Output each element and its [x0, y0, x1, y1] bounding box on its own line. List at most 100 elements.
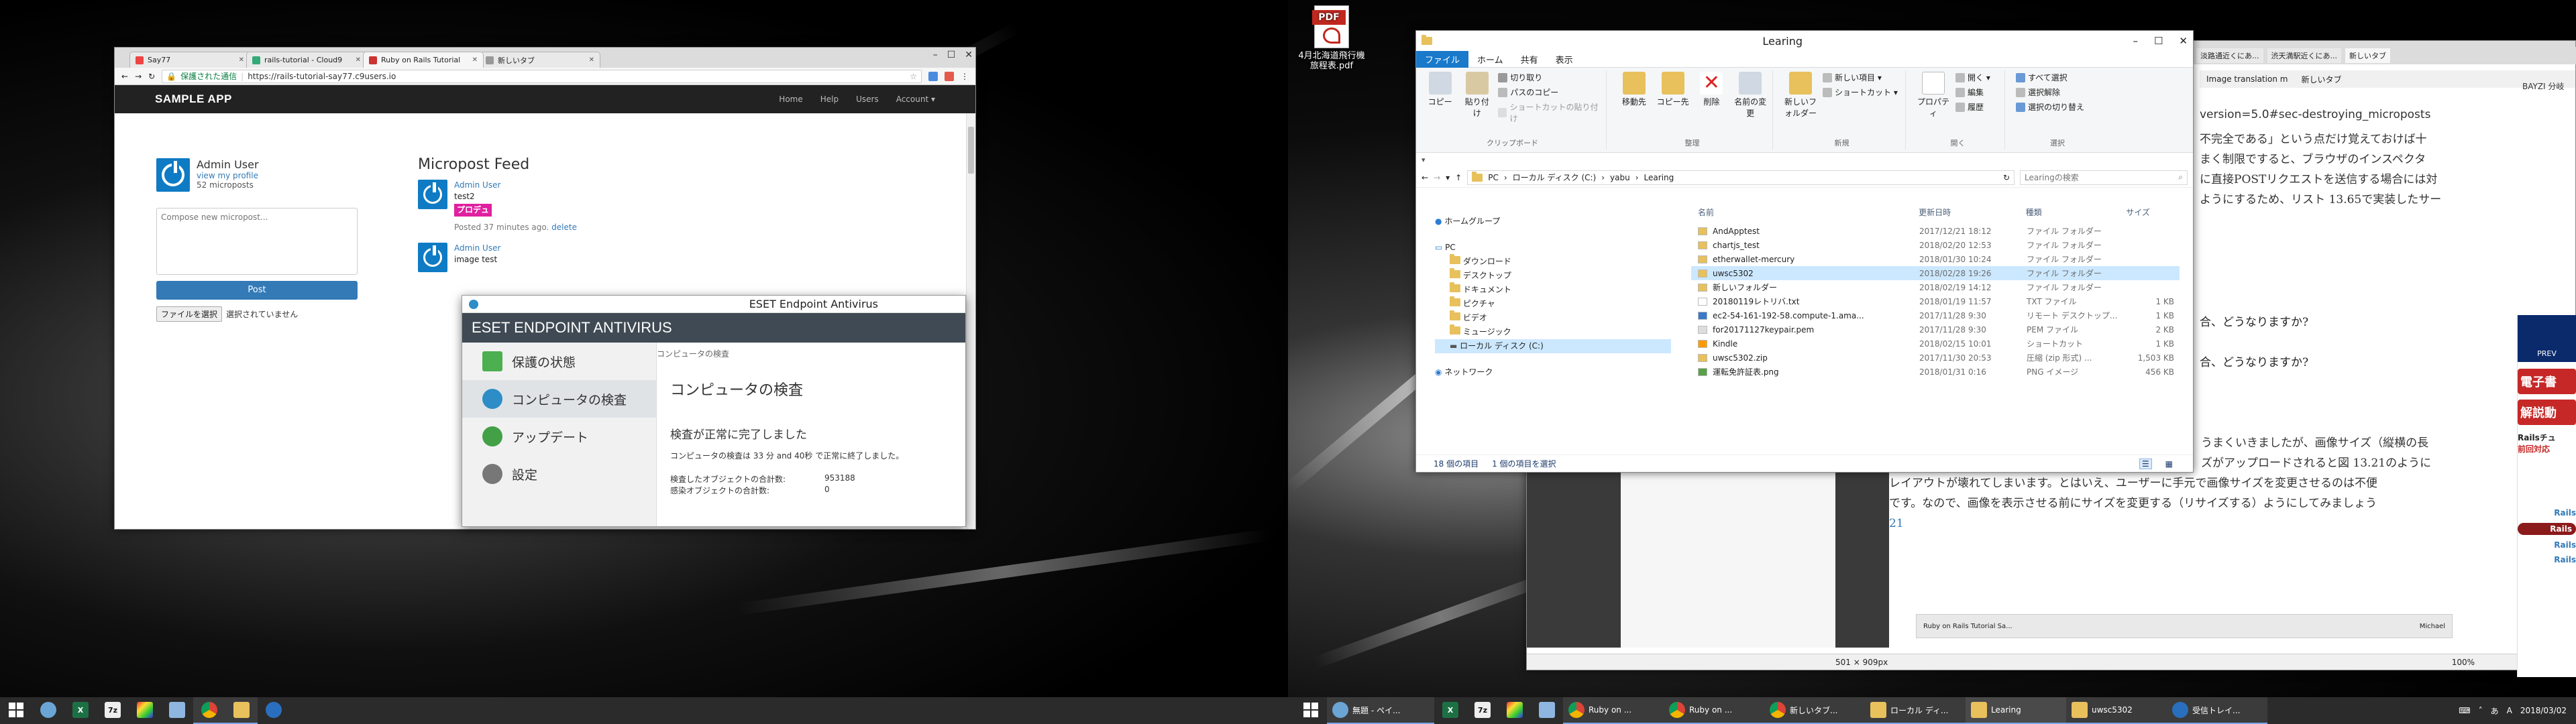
tab-new-right[interactable]: 新しいタブ — [2301, 74, 2341, 85]
minimize-icon[interactable]: – — [933, 50, 938, 60]
tab-close-icon[interactable]: ✕ — [472, 56, 478, 64]
start-button[interactable] — [1295, 697, 1327, 724]
col-type[interactable]: 種類 — [2026, 206, 2127, 218]
path-segment[interactable]: ローカル ディスク (C:) — [1513, 172, 1597, 183]
paste-button[interactable]: 貼り付け — [1461, 72, 1493, 148]
sidebar-link[interactable]: Rails — [2518, 555, 2576, 564]
taskbar-thunderbird[interactable] — [258, 697, 290, 724]
nav-videos[interactable]: ビデオ — [1435, 310, 1671, 325]
nav-users[interactable]: Users — [856, 95, 879, 104]
move-to-button[interactable]: 移動先 — [1617, 72, 1651, 148]
file-row[interactable]: uwsc5302 2018/02/28 19:26 ファイル フォルダー — [1691, 266, 2180, 280]
tab-bg-far[interactable]: BAYZI 分岐 — [2522, 80, 2564, 92]
copy-path-button[interactable]: パスのコピー — [1498, 86, 1601, 98]
path-segment[interactable]: PC — [1488, 173, 1499, 182]
tab-cloud9[interactable]: rails-tutorial - Cloud9 ✕ — [246, 52, 367, 68]
maximize-icon[interactable]: ☐ — [947, 50, 956, 60]
address-bar[interactable]: 🔒 保護された通信 | https://rails-tutorial-say77… — [162, 69, 922, 83]
taskbar-excel[interactable]: X — [1434, 697, 1466, 724]
extension-icon[interactable] — [945, 71, 954, 81]
eset-menu-update[interactable]: アップデート — [462, 418, 656, 455]
tab-image-translation[interactable]: Image translation m — [2206, 74, 2288, 84]
copy-to-button[interactable]: コピー先 — [1656, 72, 1690, 148]
tab-say77[interactable]: Say77 ✕ — [129, 52, 250, 68]
file-row[interactable]: Kindle 2018/02/15 10:01 ショートカット 1 KB — [1691, 337, 2180, 351]
taskbar-chrome[interactable] — [193, 697, 225, 724]
back-icon[interactable]: ← — [1421, 173, 1428, 182]
eset-menu-settings[interactable]: 設定 — [462, 455, 656, 493]
forward-icon[interactable]: → — [135, 72, 142, 81]
eset-window[interactable]: ESET Endpoint Antivirus ESET ENDPOINT AN… — [462, 295, 966, 527]
file-row[interactable]: 運転免許証表.png 2018/01/31 0:16 PNG イメージ 456 KB — [1691, 365, 2180, 379]
url-fragment[interactable]: version=5.0#sec-destroying_microposts — [2200, 108, 2430, 121]
tray-chevron-icon[interactable]: ˄ — [2479, 706, 2483, 715]
tab-new[interactable]: 新しいタブ ✕ — [480, 52, 600, 68]
nav-downloads[interactable]: ダウンロード — [1435, 254, 1671, 269]
select-none-button[interactable]: 選択解除 — [2016, 86, 2084, 98]
avatar[interactable] — [156, 158, 190, 192]
nav-network[interactable]: ◉ ネットワーク — [1435, 365, 1671, 379]
file-row[interactable]: 20180119レトリバ.txt 2018/01/19 11:57 TXT ファイル… — [1691, 294, 2180, 308]
explorer-search-input[interactable]: Learingの検索 ⌕ — [2020, 170, 2188, 185]
explorer-window[interactable]: Learing – ☐ ✕ ファイル ホーム 共有 表示 コピー 貼り付け 切り… — [1415, 30, 2194, 473]
ebook-banner[interactable]: 電子書 — [2518, 369, 2576, 394]
path-segment[interactable]: Learing — [1644, 173, 1674, 182]
invert-selection-button[interactable]: 選択の切り替え — [2016, 101, 2084, 113]
taskbar-notepad[interactable] — [1531, 697, 1563, 724]
forward-icon[interactable]: → — [1434, 173, 1440, 182]
avatar[interactable] — [418, 180, 447, 209]
edit-button[interactable]: 編集 — [1955, 86, 1990, 98]
new-item-button[interactable]: 新しい項目 ▾ — [1823, 72, 1898, 83]
up-icon[interactable]: ↑ — [1455, 173, 1462, 182]
file-row[interactable]: ec2-54-161-192-58.compute-1.ama... 2017/1… — [1691, 308, 2180, 322]
tab-bg[interactable]: 渋天満駅近くにあ... — [2267, 48, 2341, 63]
tab-bg[interactable]: 淡路通近くにあ... — [2196, 48, 2263, 63]
tab-rails-tutorial[interactable]: Ruby on Rails Tutorial ✕ — [363, 52, 484, 68]
maximize-icon[interactable]: ☐ — [2154, 35, 2163, 47]
taskbar-7zip[interactable]: 7z — [1466, 697, 1499, 724]
nav-help[interactable]: Help — [820, 95, 839, 104]
file-row[interactable]: etherwallet-mercury 2018/01/30 10:24 ファイル … — [1691, 252, 2180, 266]
taskbar-item[interactable]: ローカル ディ... — [1865, 697, 1966, 724]
tiles-view-icon[interactable]: ▦ — [2165, 459, 2173, 469]
keyboard-icon[interactable]: ⌨ — [2459, 706, 2470, 715]
desktop-icon-pdf[interactable]: PDF 4月北海道飛行機 旅程表.pdf — [1281, 5, 1382, 71]
nav-documents[interactable]: ドキュメント — [1435, 282, 1671, 297]
lang-mode[interactable]: A — [2507, 706, 2512, 715]
close-icon[interactable]: ✕ — [965, 50, 973, 60]
taskbar-notepad[interactable] — [161, 697, 193, 724]
clock-date[interactable]: 2018/03/02 — [2520, 706, 2567, 715]
ime-mode[interactable]: あ — [2491, 705, 2499, 717]
start-button[interactable] — [0, 697, 32, 724]
reload-icon[interactable]: ↻ — [148, 72, 155, 81]
post-author-link[interactable]: Admin User — [454, 180, 577, 191]
copy-button[interactable]: コピー — [1424, 72, 1456, 148]
file-row[interactable]: chartjs_test 2018/02/20 12:53 ファイル フォルダー — [1691, 238, 2180, 252]
easy-access-button[interactable]: ショートカット ▾ — [1823, 86, 1898, 98]
taskbar-item[interactable]: 受信トレイ... — [2167, 697, 2267, 724]
tab-close-icon[interactable]: ✕ — [356, 56, 361, 64]
col-name[interactable]: 名前 — [1698, 206, 1919, 218]
details-view-icon[interactable]: ☰ — [2139, 458, 2152, 469]
nav-pictures[interactable]: ピクチャ — [1435, 296, 1671, 311]
rename-button[interactable]: 名前の変更 — [1733, 72, 1767, 148]
ribbon-tab-home[interactable]: ホーム — [1468, 51, 1512, 68]
cut-button[interactable]: 切り取り — [1498, 72, 1601, 83]
properties-button[interactable]: プロパティ — [1917, 72, 1950, 148]
minimize-icon[interactable]: – — [2133, 35, 2138, 47]
taskbar-item[interactable]: Ruby on ... — [1664, 697, 1764, 724]
star-icon[interactable]: ☆ — [910, 72, 917, 81]
taskbar-excel[interactable]: X — [64, 697, 97, 724]
open-button[interactable]: 開く ▾ — [1955, 72, 1990, 83]
taskbar-item[interactable]: 新しいタブ... — [1764, 697, 1865, 724]
eset-menu-protection[interactable]: 保護の状態 — [462, 343, 656, 380]
nav-homegroup[interactable]: ● ホームグループ — [1435, 215, 1671, 229]
sidebar-link-active[interactable]: Rails — [2518, 523, 2576, 535]
sidebar-link[interactable]: Rails — [2518, 540, 2576, 550]
new-folder-button[interactable]: 新しいフォルダー — [1784, 72, 1817, 148]
file-row[interactable]: uwsc5302.zip 2017/11/30 20:53 圧縮 (zip 形式) … — [1691, 351, 2180, 365]
col-date[interactable]: 更新日時 — [1919, 206, 2026, 218]
ribbon-tab-share[interactable]: 共有 — [1512, 51, 1547, 68]
refresh-icon[interactable]: ↻ — [2003, 173, 2010, 182]
nav-music[interactable]: ミュージック — [1435, 324, 1671, 339]
